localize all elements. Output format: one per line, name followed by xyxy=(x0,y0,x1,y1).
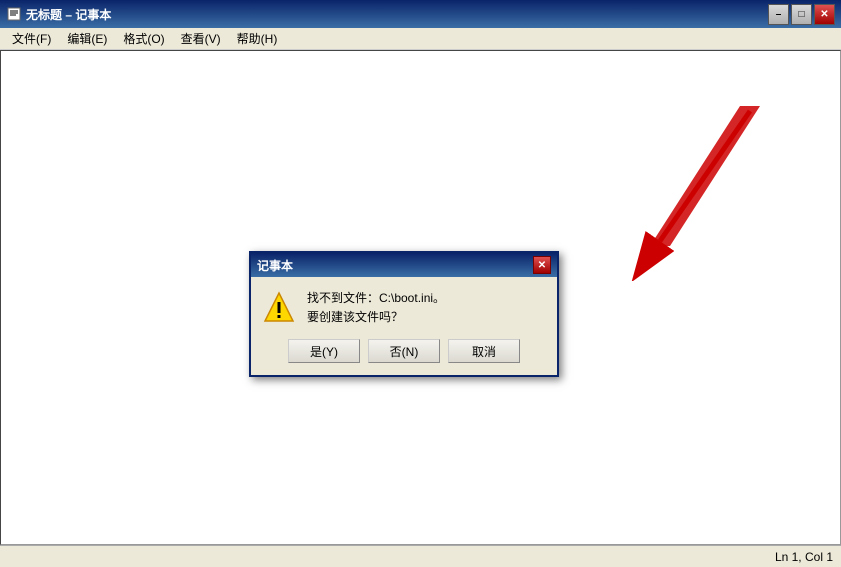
menu-format[interactable]: 格式(O) xyxy=(115,28,172,49)
dialog-message-line2: 要创建该文件吗？ xyxy=(307,308,445,327)
app-icon xyxy=(6,6,22,22)
close-window-button[interactable]: ✕ xyxy=(814,4,835,25)
dialog-title: 记事本 xyxy=(257,257,533,274)
window-title: 无标题 – 记事本 xyxy=(26,6,768,23)
menu-bar: 文件(F) 编辑(E) 格式(O) 查看(V) 帮助(H) xyxy=(0,28,841,50)
minimize-button[interactable]: – xyxy=(768,4,789,25)
title-bar: 无标题 – 记事本 – □ ✕ xyxy=(0,0,841,28)
status-bar: Ln 1, Col 1 xyxy=(0,545,841,567)
dialog-message: 找不到文件：C:\boot.ini。 要创建该文件吗？ xyxy=(307,289,445,327)
menu-edit[interactable]: 编辑(E) xyxy=(59,28,115,49)
warning-icon xyxy=(263,291,295,323)
cursor-position: Ln 1, Col 1 xyxy=(775,550,833,564)
dialog-content: 找不到文件：C:\boot.ini。 要创建该文件吗？ xyxy=(251,277,557,335)
yes-button[interactable]: 是(Y) xyxy=(288,339,360,363)
red-arrow xyxy=(580,101,780,281)
dialog-message-line1: 找不到文件：C:\boot.ini。 xyxy=(307,289,445,308)
window-controls: – □ ✕ xyxy=(768,4,835,25)
menu-help[interactable]: 帮助(H) xyxy=(229,28,286,49)
dialog: 记事本 ✕ 找不到文件：C:\boot.ini。 要创建该文件吗？ 是(Y) 否… xyxy=(249,251,559,377)
cancel-button[interactable]: 取消 xyxy=(448,339,520,363)
maximize-button[interactable]: □ xyxy=(791,4,812,25)
dialog-close-button[interactable]: ✕ xyxy=(533,256,551,274)
menu-view[interactable]: 查看(V) xyxy=(173,28,229,49)
editor-area[interactable]: 记事本 ✕ 找不到文件：C:\boot.ini。 要创建该文件吗？ 是(Y) 否… xyxy=(0,50,841,545)
menu-file[interactable]: 文件(F) xyxy=(4,28,59,49)
dialog-buttons: 是(Y) 否(N) 取消 xyxy=(251,335,557,375)
no-button[interactable]: 否(N) xyxy=(368,339,440,363)
dialog-title-bar: 记事本 ✕ xyxy=(251,253,557,277)
